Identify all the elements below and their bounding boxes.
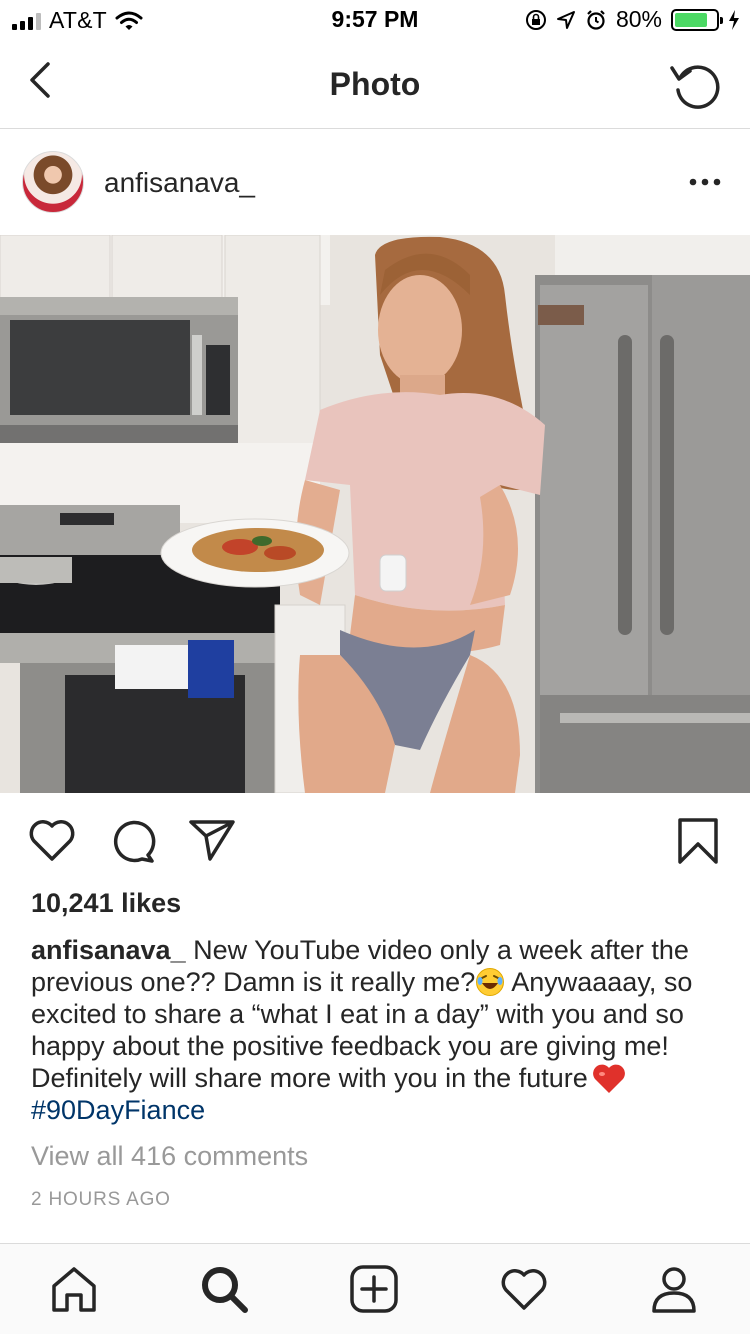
more-dots-icon[interactable] xyxy=(688,168,722,196)
battery-percent: 80% xyxy=(615,6,662,32)
comment-icon[interactable] xyxy=(108,817,156,865)
alarm-icon xyxy=(587,9,605,30)
nav-bar: Photo xyxy=(0,40,750,129)
location-icon xyxy=(556,10,575,29)
post-actions xyxy=(0,793,750,888)
laughing-emoji-icon xyxy=(476,968,505,996)
page-title: Photo xyxy=(329,66,421,102)
avatar[interactable] xyxy=(22,151,84,213)
status-right: 80% xyxy=(525,6,740,33)
add-post-icon[interactable] xyxy=(349,1264,399,1314)
activity-heart-icon[interactable] xyxy=(499,1264,549,1314)
battery-level xyxy=(675,12,707,27)
red-heart-emoji-icon xyxy=(592,1064,625,1093)
share-icon[interactable] xyxy=(188,817,236,863)
tab-bar xyxy=(0,1243,750,1334)
kitchen-photo xyxy=(0,235,750,793)
caption: anfisanava_ New YouTube video only a wee… xyxy=(31,934,721,1126)
orientation-lock-icon xyxy=(525,9,546,30)
bookmark-icon[interactable] xyxy=(676,817,720,865)
status-bar: AT&T 9:57 PM 80% xyxy=(0,0,750,40)
heart-icon[interactable] xyxy=(27,817,77,863)
search-icon[interactable] xyxy=(199,1264,249,1314)
home-icon[interactable] xyxy=(49,1264,99,1314)
post-timestamp: 2 HOURS AGO xyxy=(31,1189,171,1210)
caption-username[interactable]: anfisanava_ xyxy=(31,935,186,965)
likes-count[interactable]: 10,241 likes xyxy=(31,888,181,919)
view-comments-link[interactable]: View all 416 comments xyxy=(31,1141,308,1172)
profile-icon[interactable] xyxy=(649,1264,699,1314)
post-header: anfisanava_ xyxy=(0,130,750,235)
post-photo[interactable] xyxy=(0,235,750,793)
battery-icon xyxy=(671,8,723,31)
charging-icon xyxy=(729,9,739,30)
post-username[interactable]: anfisanava_ xyxy=(104,167,255,199)
hashtag-link[interactable]: #90DayFiance xyxy=(31,1095,205,1125)
refresh-icon[interactable] xyxy=(668,58,720,110)
